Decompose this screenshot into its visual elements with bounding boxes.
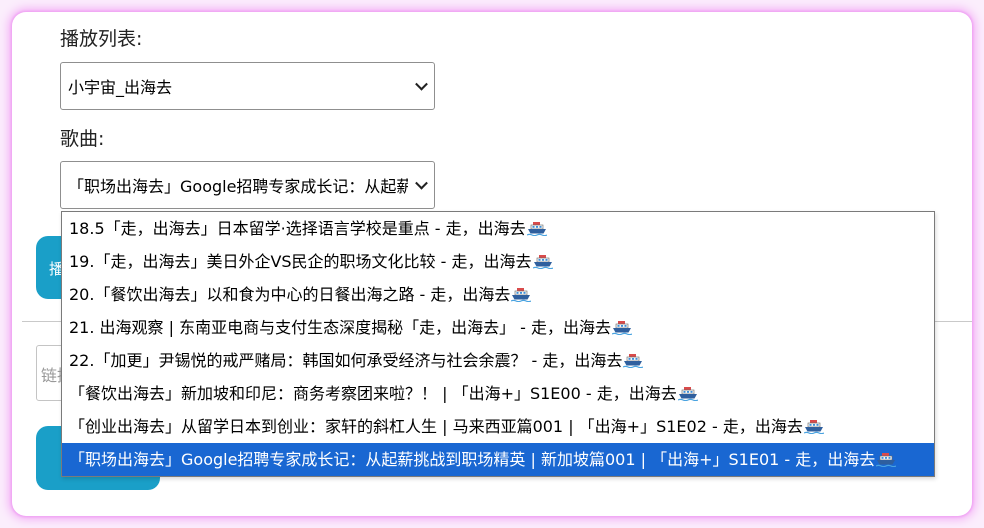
dropdown-option-label: 「创业出海去」从留学日本到创业：家轩的斜杠人生 | 马来西亚篇001 | 「出海… (69, 417, 803, 436)
dropdown-option[interactable]: 22.「加更」尹锡悦的戒严赌局：韩国如何承受经济与社会余震？ - 走，出海去 (62, 344, 934, 377)
song-label: 歌曲: (60, 128, 105, 150)
ship-icon (611, 313, 633, 336)
dropdown-option-label: 「职场出海去」Google招聘专家成长记：从起薪挑战到职场精英 | 新加坡篇00… (69, 450, 876, 469)
dropdown-option[interactable]: 21. 出海观察 | 东南亚电商与支付生态深度揭秘「走，出海去」 - 走，出海去 (62, 311, 934, 344)
ship-icon (511, 280, 532, 303)
ship-icon (875, 445, 897, 468)
player-card: 播放列表: 小宇宙_出海去 歌曲: 「职场出海去」Google招聘专家成长记：从… (12, 12, 972, 516)
dropdown-option[interactable]: 18.5「走，出海去」日本留学·选择语言学校是重点 - 走，出海去 (62, 212, 934, 245)
ship-icon (532, 247, 553, 270)
dropdown-option[interactable]: 「餐饮出海去」新加坡和印尼：商务考察团来啦？！ | 「出海+」S1E00 - 走… (62, 377, 934, 410)
song-select[interactable]: 「职场出海去」Google招聘专家成长记：从起薪 (60, 161, 435, 209)
chevron-down-icon (415, 176, 428, 190)
dropdown-option-label: 21. 出海观察 | 东南亚电商与支付生态深度揭秘「走，出海去」 - 走，出海去 (69, 318, 612, 337)
dropdown-option-label: 「餐饮出海去」新加坡和印尼：商务考察团来啦？！ | 「出海+」S1E00 - 走… (69, 384, 677, 403)
ship-icon (677, 379, 698, 402)
playlist-label: 播放列表: (60, 28, 143, 50)
dropdown-option[interactable]: 19.「走，出海去」美日外企VS民企的职场文化比较 - 走，出海去 (62, 245, 934, 278)
playlist-select-value: 小宇宙_出海去 (68, 78, 173, 97)
song-dropdown-list[interactable]: 18.5「走，出海去」日本留学·选择语言学校是重点 - 走，出海去 19.「走，出… (61, 211, 935, 477)
playlist-select[interactable]: 小宇宙_出海去 (60, 62, 435, 110)
ship-icon (623, 346, 644, 369)
dropdown-option-label: 19.「走，出海去」美日外企VS民企的职场文化比较 - 走，出海去 (69, 252, 532, 271)
dropdown-option-label: 20.「餐饮出海去」以和食为中心的日餐出海之路 - 走，出海去 (69, 285, 511, 304)
dropdown-option[interactable]: 「职场出海去」Google招聘专家成长记：从起薪挑战到职场精英 | 新加坡篇00… (62, 443, 934, 476)
chevron-down-icon (415, 77, 428, 91)
dropdown-option[interactable]: 20.「餐饮出海去」以和食为中心的日餐出海之路 - 走，出海去 (62, 278, 934, 311)
dropdown-option-label: 18.5「走，出海去」日本留学·选择语言学校是重点 - 走，出海去 (69, 219, 526, 238)
ship-icon (803, 412, 825, 435)
song-select-value: 「职场出海去」Google招聘专家成长记：从起薪 (68, 177, 408, 196)
dropdown-option-label: 22.「加更」尹锡悦的戒严赌局：韩国如何承受经济与社会余震？ - 走，出海去 (69, 351, 623, 370)
dropdown-option[interactable]: 「创业出海去」从留学日本到创业：家轩的斜杠人生 | 马来西亚篇001 | 「出海… (62, 410, 934, 443)
ship-icon (526, 214, 547, 237)
